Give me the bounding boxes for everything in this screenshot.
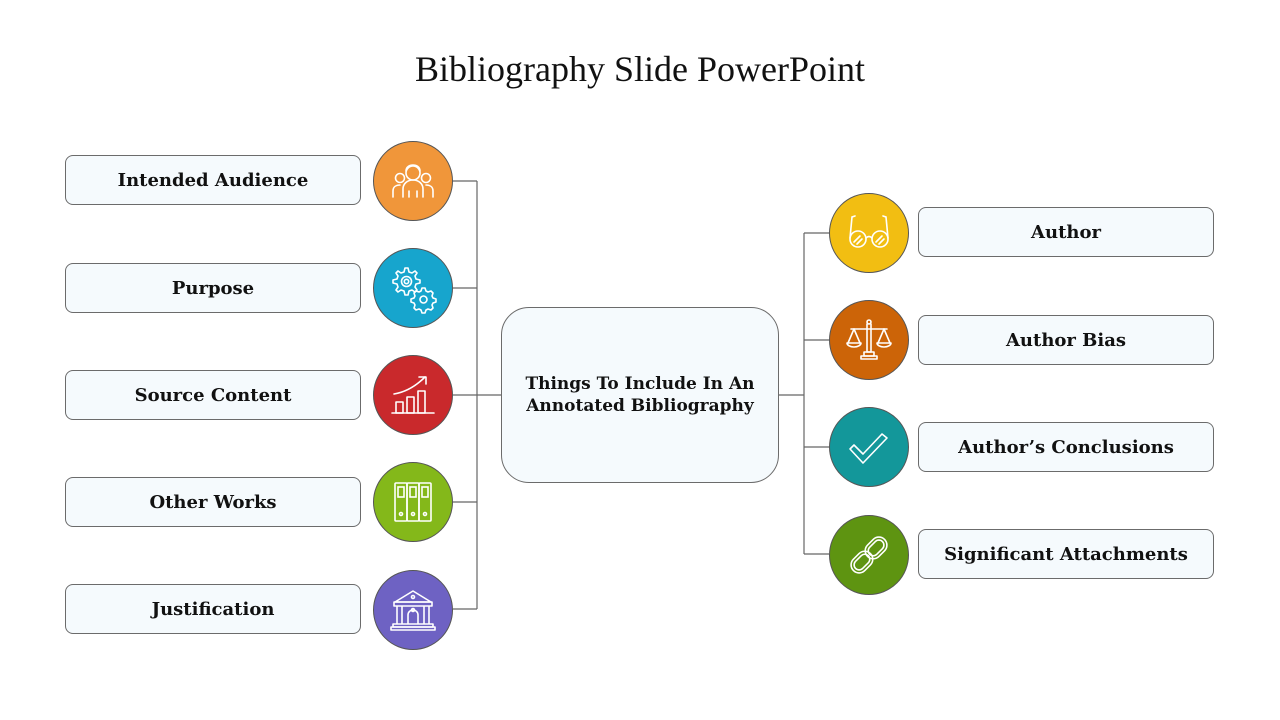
authors-conclusions-circle [829,407,909,487]
justification-circle [373,570,453,650]
gears-icon [392,267,437,314]
binders-icon [394,482,432,522]
growth-chart-icon [391,376,435,414]
purpose-circle [373,248,453,328]
label-intended-audience: Intended Audience [65,155,361,205]
label-author: Author [918,207,1214,257]
glasses-icon [849,215,889,248]
label-justification: Justification [65,584,361,634]
author-circle [829,193,909,273]
label-purpose: Purpose [65,263,361,313]
checkmark-icon [849,433,888,464]
label-author-bias: Author Bias [918,315,1214,365]
label-other-works: Other Works [65,477,361,527]
slide-title: Bibliography Slide PowerPoint [415,49,865,89]
label-significant-attachments: Significant Attachments [918,529,1214,579]
significant-attachments-circle [829,515,909,595]
label-source-content: Source Content [65,370,361,420]
institution-building-icon [390,590,436,631]
chain-link-icon [850,536,888,574]
other-works-circle [373,462,453,542]
center-topic-box: Things To Include In An Annotated Biblio… [501,307,779,483]
author-bias-circle [829,300,909,380]
people-group-icon [392,164,434,198]
intended-audience-circle [373,141,453,221]
scales-icon [846,319,892,360]
source-content-circle [373,355,453,435]
label-authors-conclusions: Author’s Conclusions [918,422,1214,472]
